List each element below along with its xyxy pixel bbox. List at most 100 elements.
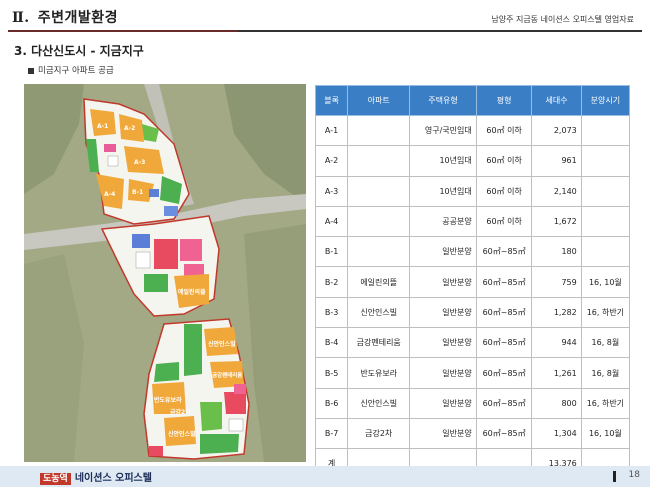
header-housing-type: 주택유형 xyxy=(409,85,477,116)
map-label-a4: A-4 xyxy=(104,191,115,198)
table-cell: 금강펜테리움 xyxy=(347,327,411,359)
table-cell xyxy=(347,205,411,238)
table-row: B-4 금강펜테리움 일반분양 60㎡~85㎡ 944 16, 8월 xyxy=(314,327,631,359)
table-cell: 60㎡ 이하 xyxy=(475,145,533,177)
site-map-drawing: A-1 A-2 A-3 A-4 B-1 에일린의뜰 신안인스빌 금강펜테리움 반… xyxy=(24,84,306,462)
table-cell: 영구/국민임대 xyxy=(409,114,477,147)
table-cell: 에일린의뜰 xyxy=(347,266,411,298)
table-cell: 일반분양 xyxy=(409,387,477,419)
section-title: 3. 다산신도시 - 지금지구 xyxy=(14,44,144,58)
table-cell: B-2 xyxy=(314,266,349,298)
table-cell: 10년임대 xyxy=(409,145,477,177)
table-cell: B-6 xyxy=(314,387,349,419)
table-cell xyxy=(580,114,631,147)
header-apartment: 아파트 xyxy=(347,85,411,116)
table-cell: B-5 xyxy=(314,357,349,389)
table-cell: 2,140 xyxy=(531,175,582,207)
header-size: 평형 xyxy=(475,85,533,116)
table-cell: 961 xyxy=(531,145,582,177)
table-cell: A-3 xyxy=(314,175,349,207)
table-cell: 1,304 xyxy=(531,417,582,450)
document-subtitle: 남양주 지금동 네이션스 오피스텔 영업자료 xyxy=(491,15,634,24)
header-units: 세대수 xyxy=(531,85,582,116)
table-cell: B-4 xyxy=(314,327,349,359)
table-cell: 60㎡~85㎡ xyxy=(475,296,533,329)
table-cell xyxy=(580,145,631,177)
table-cell: 800 xyxy=(531,387,582,419)
table-cell: 1,672 xyxy=(531,205,582,238)
chapter-title: 주변개발환경 xyxy=(37,10,118,26)
table-cell: 공공분양 xyxy=(409,205,477,238)
map-label-b4: 금강펜테리움 xyxy=(212,371,242,379)
table-cell: 금강2차 xyxy=(347,417,411,450)
header-block: 블록 xyxy=(314,85,349,116)
table-row: A-4 공공분양 60㎡ 이하 1,672 xyxy=(314,205,631,238)
table-cell xyxy=(347,114,411,147)
table-row: A-1 영구/국민임대 60㎡ 이하 2,073 xyxy=(314,114,631,147)
table-cell xyxy=(347,175,411,207)
table-row: B-2 에일린의뜰 일반분양 60㎡~85㎡ 759 16, 10월 xyxy=(314,266,631,298)
bullet-item: 미금지구 아파트 공급 xyxy=(28,64,114,76)
map-label-a2: A-2 xyxy=(124,125,135,132)
table-cell: 일반분양 xyxy=(409,417,477,450)
table-cell: 일반분양 xyxy=(409,236,477,268)
map-label-b2: 에일린의뜰 xyxy=(178,288,206,296)
table-cell: 일반분양 xyxy=(409,296,477,329)
table-cell xyxy=(580,236,631,268)
footer-brand: 도농역 네이션스 오피스텔 xyxy=(40,469,152,485)
table-row: B-5 반도유보라 일반분양 60㎡~85㎡ 1,261 16, 8월 xyxy=(314,357,631,389)
page-title: Ⅱ. 주변개발환경 xyxy=(12,7,118,27)
table-cell: 180 xyxy=(531,236,582,268)
map-label-b7: 금강2차 xyxy=(170,408,191,416)
map-label-b5: 반도유보라 xyxy=(154,396,182,404)
table-cell: 신안인스빌 xyxy=(347,296,411,329)
table-cell: 10년임대 xyxy=(409,175,477,207)
table-cell: 16, 10월 xyxy=(580,417,631,450)
map-label-b3: 신안인스빌 xyxy=(208,340,236,348)
table-cell: 신안인스빌 xyxy=(347,387,411,419)
table-cell: 16, 하반기 xyxy=(580,387,631,419)
map-label-b6: 신안인스빌 xyxy=(168,430,196,438)
table-cell xyxy=(580,205,631,238)
header-sale-period: 분양시기 xyxy=(580,85,631,116)
table-cell: 16, 하반기 xyxy=(580,296,631,329)
table-cell: 60㎡~85㎡ xyxy=(475,236,533,268)
table-cell: 60㎡ 이하 xyxy=(475,175,533,207)
table-cell xyxy=(347,145,411,177)
table-cell: 60㎡ 이하 xyxy=(475,205,533,238)
table-cell: B-7 xyxy=(314,417,349,450)
table-row: B-6 신안인스빌 일반분양 60㎡~85㎡ 800 16, 하반기 xyxy=(314,387,631,419)
table-cell: A-2 xyxy=(314,145,349,177)
map-label-b1: B-1 xyxy=(132,189,143,196)
table-cell: 일반분양 xyxy=(409,357,477,389)
table-cell: 16, 10월 xyxy=(580,266,631,298)
table-cell: A-4 xyxy=(314,205,349,238)
table-cell: B-3 xyxy=(314,296,349,329)
supply-table: 블록 아파트 주택유형 평형 세대수 분양시기 A-1 영구/국민임대 60㎡ 이하… xyxy=(314,85,631,480)
table-row: B-3 신안인스빌 일반분양 60㎡~85㎡ 1,282 16, 하반기 xyxy=(314,296,631,329)
table-cell: 1,282 xyxy=(531,296,582,329)
table-header-row: 블록 아파트 주택유형 평형 세대수 분양시기 xyxy=(314,85,631,116)
table-cell: 2,073 xyxy=(531,114,582,147)
table-cell: 60㎡~85㎡ xyxy=(475,357,533,389)
table-cell: 759 xyxy=(531,266,582,298)
table-row: B-1 일반분양 60㎡~85㎡ 180 xyxy=(314,236,631,268)
table-body: A-1 영구/국민임대 60㎡ 이하 2,073 A-2 10년임대 60㎡ 이하 961 A-… xyxy=(314,114,631,480)
chapter-number: Ⅱ. xyxy=(12,10,30,26)
table-row: A-2 10년임대 60㎡ 이하 961 xyxy=(314,145,631,177)
footer-mark xyxy=(613,471,616,482)
bullet-text: 미금지구 아파트 공급 xyxy=(38,66,114,76)
table-cell: 반도유보라 xyxy=(347,357,411,389)
header-accent-divider xyxy=(8,30,238,32)
table-cell: B-1 xyxy=(314,236,349,268)
table-cell: 일반분양 xyxy=(409,266,477,298)
table-cell: 60㎡~85㎡ xyxy=(475,387,533,419)
map-label-a3: A-3 xyxy=(134,159,145,166)
table-cell: 1,261 xyxy=(531,357,582,389)
table-cell: 60㎡~85㎡ xyxy=(475,266,533,298)
table-cell: 944 xyxy=(531,327,582,359)
site-map: A-1 A-2 A-3 A-4 B-1 에일린의뜰 신안인스빌 금강펜테리움 반… xyxy=(24,84,306,462)
table-cell: 60㎡~85㎡ xyxy=(475,417,533,450)
page-footer: 도농역 네이션스 오피스텔 18 xyxy=(0,466,650,487)
bullet-square-icon xyxy=(28,67,34,74)
